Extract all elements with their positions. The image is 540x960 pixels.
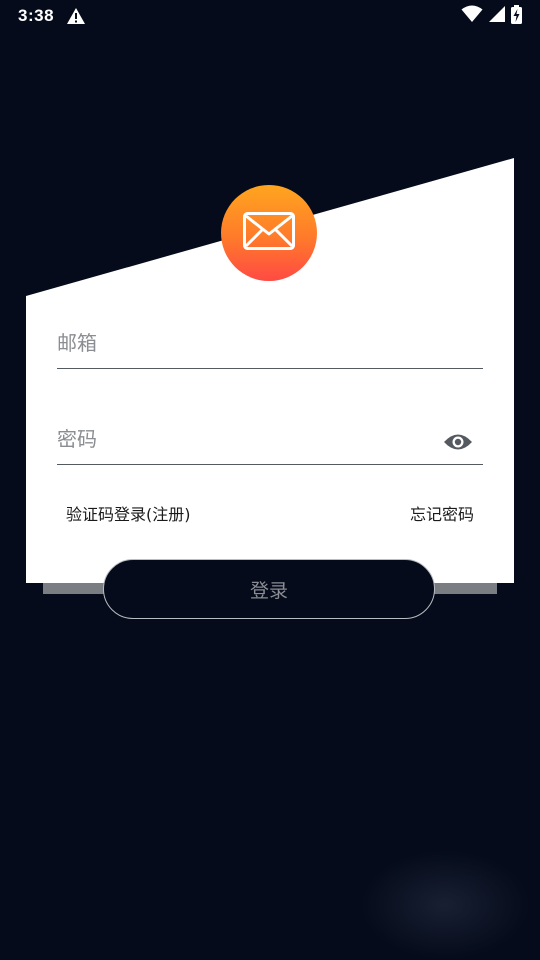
background-glow [360,850,530,960]
status-bar: 3:38 [0,0,540,32]
status-icons [461,4,522,28]
warning-icon [66,7,86,25]
email-input[interactable] [57,326,427,360]
envelope-icon [243,212,295,254]
password-input[interactable] [57,422,427,456]
forgot-password-link[interactable]: 忘记密码 [410,501,474,525]
status-time: 3:38 [18,6,55,25]
signal-icon [489,6,505,26]
password-field [57,412,483,465]
login-button[interactable]: 登录 [103,559,435,619]
eye-icon[interactable] [443,430,473,454]
login-screen: 3:38 邮箱 验证码登录(注册) 忘记密码 登录 [0,0,540,960]
battery-charging-icon [511,4,522,28]
avatar [221,185,317,281]
code-login-link[interactable]: 验证码登录(注册) [66,501,191,525]
wifi-icon [461,5,483,27]
email-field [57,312,483,369]
